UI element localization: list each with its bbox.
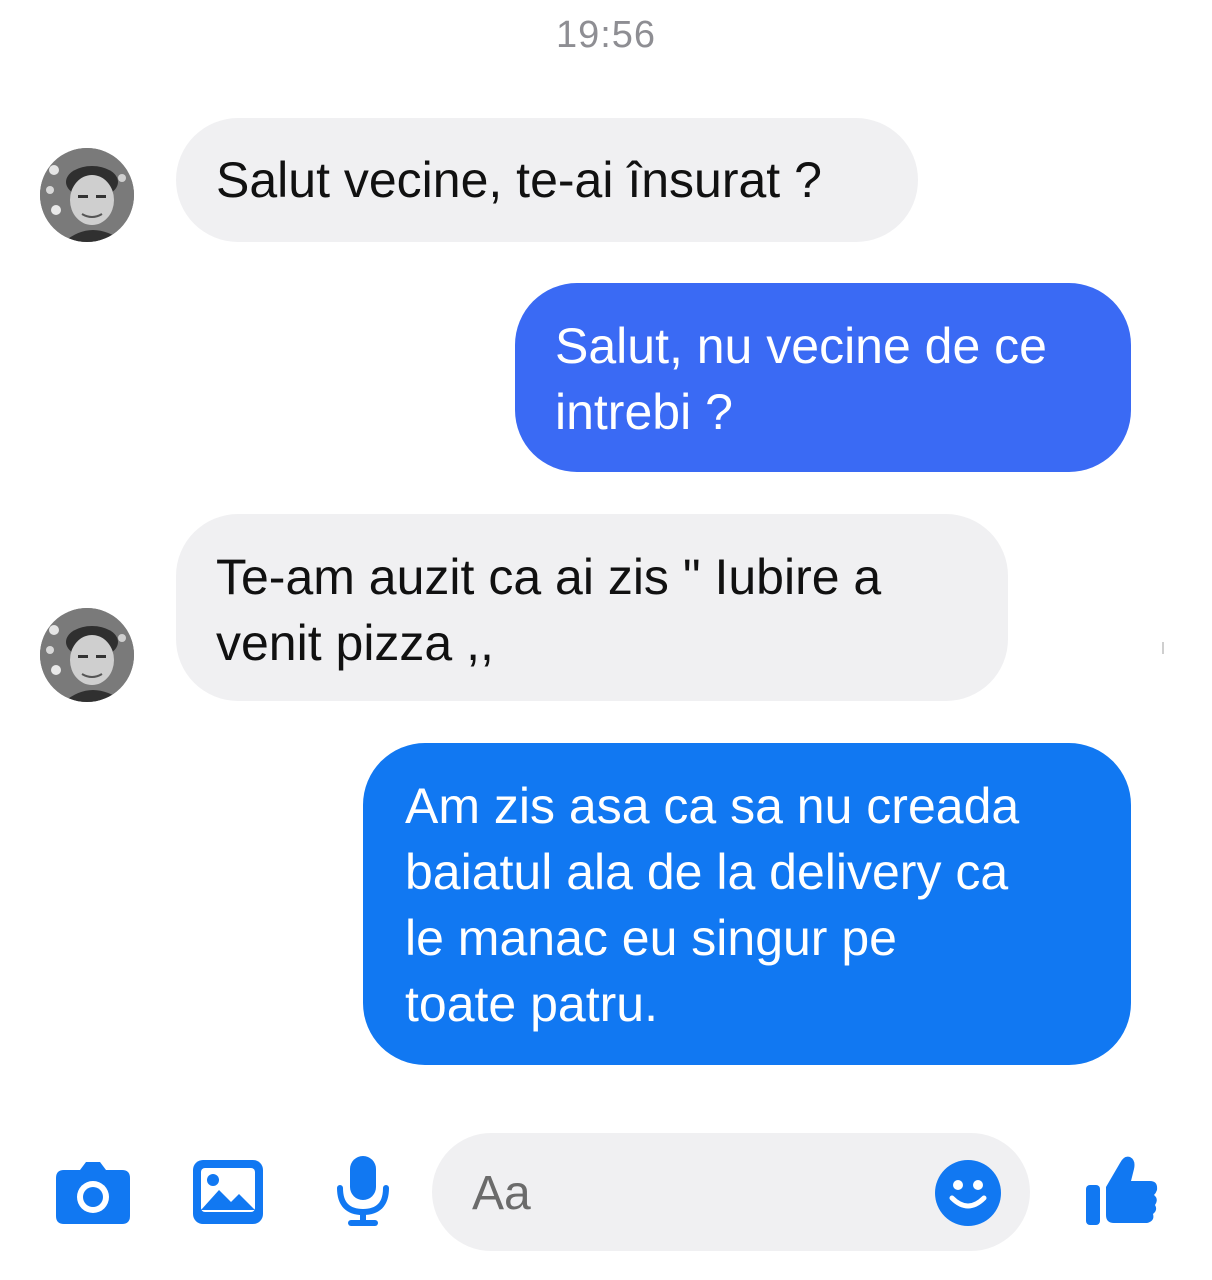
contact-avatar[interactable] (40, 608, 134, 702)
message-timestamp: 19:56 (555, 14, 657, 56)
microphone-icon[interactable] (334, 1156, 392, 1228)
avatar-photo (40, 608, 134, 702)
incoming-message-bubble[interactable]: Salut vecine, te-ai însurat ? (176, 118, 918, 242)
contact-avatar[interactable] (40, 148, 134, 242)
message-input-placeholder: Aa (472, 1167, 531, 1220)
emoji-icon[interactable] (935, 1160, 1001, 1226)
scroll-indicator (1162, 642, 1164, 654)
camera-icon[interactable] (56, 1160, 130, 1224)
avatar-photo (40, 148, 134, 242)
thumbs-up-icon[interactable] (1086, 1153, 1160, 1227)
incoming-message-bubble[interactable]: Te-am auzit ca ai zis " Iubire a venit p… (176, 514, 1008, 701)
messenger-chat-screen: 19:56 Salut vecine, te-ai însurat ? Salu… (0, 0, 1212, 1280)
image-icon[interactable] (193, 1160, 263, 1224)
message-input[interactable]: Aa (432, 1133, 1030, 1251)
outgoing-message-bubble[interactable]: Am zis asa ca sa nu creada baiatul ala d… (363, 743, 1131, 1065)
outgoing-message-bubble[interactable]: Salut, nu vecine de ce intrebi ? (515, 283, 1131, 472)
